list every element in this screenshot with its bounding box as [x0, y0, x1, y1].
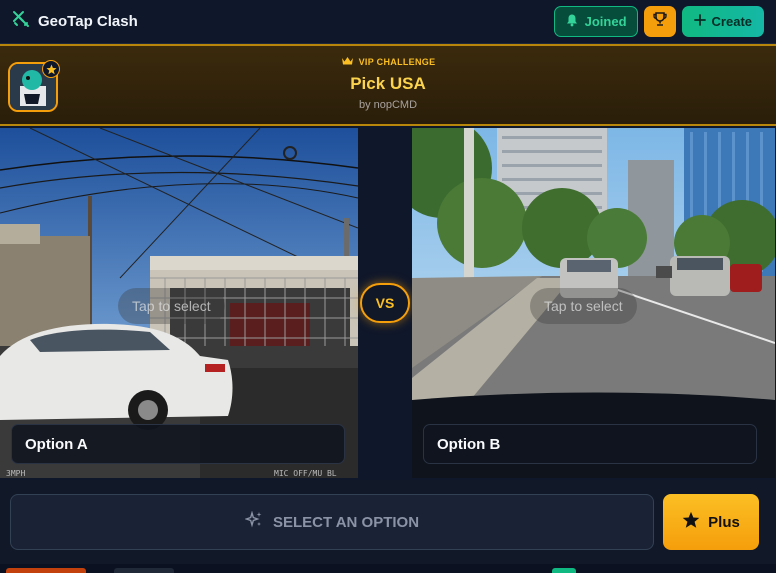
bottom-tab[interactable] — [552, 568, 576, 573]
option-b-hint: Tap to select — [530, 288, 637, 324]
plus-icon — [693, 14, 706, 29]
select-option-label: SELECT AN OPTION — [272, 513, 420, 531]
trophy-icon — [652, 11, 668, 32]
option-a-hint: Tap to select — [118, 288, 225, 324]
header-actions: Joined Create — [553, 6, 764, 37]
option-a-card[interactable]: 3MPH MIC OFF/MU BL Tap to select Option … — [0, 128, 358, 478]
bottom-nav-edge — [0, 564, 776, 573]
crown-icon — [341, 56, 354, 68]
top-header: GeoTap Clash Joined Create — [0, 0, 776, 44]
challenge-info: VIP CHALLENGE Pick USA by nopCMD — [0, 56, 776, 111]
option-a-label: Option A — [11, 424, 345, 464]
option-b-card[interactable]: Tap to select Option B — [412, 128, 775, 478]
select-option-button[interactable]: SELECT AN OPTION — [10, 494, 654, 550]
vs-badge: VS — [360, 283, 410, 323]
bell-icon — [565, 13, 579, 30]
plus-label: Plus — [708, 513, 740, 531]
crossed-swords-icon — [12, 10, 30, 33]
sparkles-icon — [244, 510, 263, 533]
leaderboard-button[interactable] — [643, 6, 676, 37]
joined-button[interactable]: Joined — [553, 6, 638, 37]
svg-text:MIC OFF/MU BL: MIC OFF/MU BL — [274, 469, 337, 478]
action-footer: SELECT AN OPTION Plus — [0, 480, 776, 573]
vip-badge: VIP CHALLENGE — [0, 56, 776, 68]
create-button[interactable]: Create — [681, 6, 764, 37]
vip-label: VIP CHALLENGE — [358, 57, 436, 67]
options-area: 3MPH MIC OFF/MU BL Tap to select Option … — [0, 126, 776, 480]
challenge-author: by nopCMD — [358, 99, 418, 111]
challenge-banner: VIP CHALLENGE Pick USA by nopCMD — [0, 44, 776, 126]
app-title: GeoTap Clash — [38, 13, 138, 30]
create-label: Create — [711, 14, 752, 29]
plus-button[interactable]: Plus — [663, 494, 759, 550]
brand[interactable]: GeoTap Clash — [12, 10, 138, 33]
option-b-label: Option B — [423, 424, 757, 464]
bottom-tab[interactable] — [6, 568, 86, 573]
challenge-title: Pick USA — [350, 74, 426, 93]
app-root: GeoTap Clash Joined Create VIP CHALLENGE… — [0, 0, 776, 573]
joined-label: Joined — [584, 14, 627, 29]
bottom-tab[interactable] — [114, 568, 174, 573]
svg-text:3MPH: 3MPH — [6, 469, 25, 478]
star-icon — [682, 511, 700, 533]
